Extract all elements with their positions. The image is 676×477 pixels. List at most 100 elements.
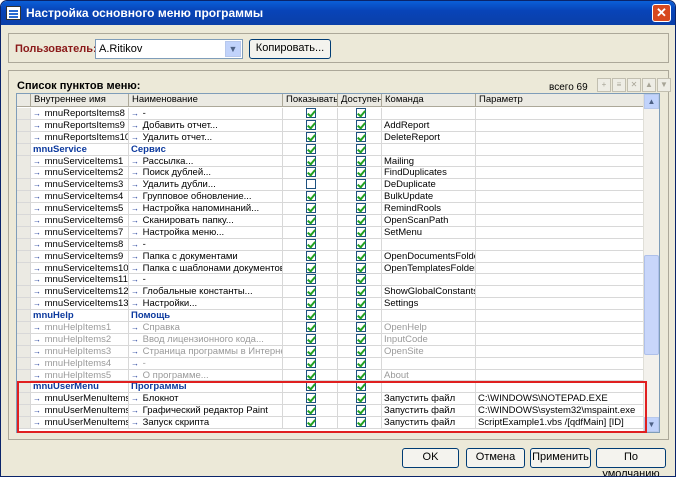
show-checkbox[interactable] [306,250,316,261]
user-select[interactable]: A.Ritikov ▼ [95,39,243,59]
cell-command[interactable] [382,274,476,286]
copy-button[interactable]: Копировать... [249,39,331,59]
available-checkbox[interactable] [355,417,366,428]
row-indicator[interactable] [17,262,31,274]
show-checkbox[interactable] [306,179,316,190]
available-checkbox[interactable] [355,203,366,214]
cell-parameter[interactable] [476,263,645,274]
table-row[interactable]: → mnuHelpItems5 → О программе... About [17,369,645,382]
cell-parameter[interactable] [476,215,645,226]
table-row[interactable]: mnuHelp Помощь [17,310,645,323]
table-row[interactable]: → mnuReportsItems9 → Добавить отчет... Add… [17,119,645,132]
show-checkbox[interactable] [306,167,316,178]
row-indicator[interactable] [17,381,31,393]
row-indicator[interactable] [17,405,31,417]
show-checkbox[interactable] [306,274,316,285]
show-checkbox[interactable] [306,131,316,142]
available-checkbox[interactable] [355,226,366,237]
header-command[interactable]: Команда [382,94,476,107]
show-checkbox[interactable] [306,322,316,333]
apply-button[interactable]: Применить [530,448,591,468]
cell-parameter[interactable] [476,167,645,178]
available-checkbox[interactable] [355,381,366,392]
row-indicator[interactable] [17,322,31,334]
cell-name[interactable]: → Сканировать папку... [129,215,283,227]
cell-name[interactable]: → - [129,238,283,250]
table-row[interactable]: → mnuServiceItems13 → Настройки... Setting… [17,298,645,311]
show-checkbox[interactable] [306,298,316,309]
cell-command[interactable]: FindDuplicates [382,167,476,179]
available-checkbox[interactable] [355,108,366,118]
available-checkbox[interactable] [355,238,366,249]
cell-command[interactable]: Settings [382,298,476,310]
cell-name[interactable]: → Блокнот [129,393,283,405]
cell-parameter[interactable] [476,298,645,309]
row-indicator[interactable] [17,226,31,238]
cell-name[interactable]: → Настройка напоминаний... [129,203,283,215]
cell-command[interactable]: DeDuplicate [382,179,476,191]
table-row[interactable]: → mnuServiceItems9 → Папка с документами O… [17,250,645,263]
row-indicator[interactable] [17,393,31,405]
table-row[interactable]: → mnuServiceItems6 → Сканировать папку...… [17,215,645,227]
cell-parameter[interactable] [476,108,645,119]
cell-name[interactable]: → Поиск дублей... [129,167,283,179]
cell-name[interactable]: → Страница программы в Интернет [129,345,283,357]
available-checkbox[interactable] [355,167,366,178]
row-indicator[interactable] [17,310,31,322]
cell-parameter[interactable]: ScriptExample1.vbs /[qdfMain] [ID] [476,417,645,428]
row-indicator[interactable] [17,119,31,131]
cell-command[interactable]: OpenHelp [382,322,476,334]
row-indicator[interactable] [17,203,31,215]
cell-name[interactable]: → Папка с шаблонами документов [129,262,283,274]
row-indicator[interactable] [17,143,31,155]
row-indicator[interactable] [17,274,31,286]
cell-name[interactable]: → Справка [129,322,283,334]
row-indicator[interactable] [17,215,31,227]
cell-name[interactable]: → Запуск скрипта [129,417,283,429]
table-row[interactable]: → mnuHelpItems3 → Страница программы в Ин… [17,345,645,358]
move-down-icon[interactable]: ▼ [657,78,671,92]
cell-command[interactable] [382,238,476,250]
cell-name[interactable]: → - [129,108,283,119]
table-row[interactable]: → mnuServiceItems5 → Настройка напоминани… [17,203,645,216]
chevron-down-icon[interactable]: ▼ [225,41,241,57]
menu-items-grid[interactable]: Внутреннее имя Наименование Показывать Д… [16,93,660,433]
cell-parameter[interactable]: C:\WINDOWS\system32\mspaint.exe [476,405,645,416]
table-row[interactable]: → mnuServiceItems4 → Групповое обновление… [17,191,645,204]
cell-name[interactable]: → Рассылка... [129,155,283,167]
table-row[interactable]: → mnuServiceItems1 → Рассылка... Mailing [17,155,645,168]
table-row[interactable]: → mnuUserMenuItems3 → Запуск скрипта Запус… [17,417,645,430]
available-checkbox[interactable] [355,119,366,130]
cell-parameter[interactable] [476,156,645,167]
vertical-scrollbar[interactable]: ▲ ▼ [643,94,659,432]
cell-command[interactable] [382,357,476,369]
cell-name[interactable]: Сервис [129,143,283,155]
cell-parameter[interactable] [476,251,645,262]
available-checkbox[interactable] [355,215,366,226]
cell-command[interactable]: OpenScanPath [382,215,476,227]
header-available[interactable]: Доступен [338,94,382,107]
table-row[interactable]: mnuService Сервис [17,143,645,156]
show-checkbox[interactable] [306,405,316,416]
cell-command[interactable] [382,381,476,393]
cell-command[interactable]: OpenTemplatesFolder [382,262,476,274]
table-row[interactable]: → mnuServiceItems2 → Поиск дублей... FindD… [17,167,645,180]
cell-name[interactable]: → Глобальные константы... [129,286,283,298]
table-row[interactable]: → mnuServiceItems10 → Папка с шаблонами д… [17,262,645,275]
show-checkbox[interactable] [306,119,316,130]
row-indicator[interactable] [17,417,31,429]
show-checkbox[interactable] [306,238,316,249]
cell-parameter[interactable] [476,191,645,202]
cell-parameter[interactable] [476,227,645,238]
available-checkbox[interactable] [355,333,366,344]
cell-command[interactable]: ShowGlobalConstants [382,286,476,298]
show-checkbox[interactable] [306,191,316,202]
cell-parameter[interactable] [476,370,645,381]
cell-parameter[interactable] [476,310,645,321]
cell-parameter[interactable] [476,132,645,143]
header-show[interactable]: Показывать [283,94,338,107]
show-checkbox[interactable] [306,345,316,356]
header-name[interactable]: Наименование [129,94,283,107]
available-checkbox[interactable] [355,143,366,154]
cell-parameter[interactable] [476,120,645,131]
